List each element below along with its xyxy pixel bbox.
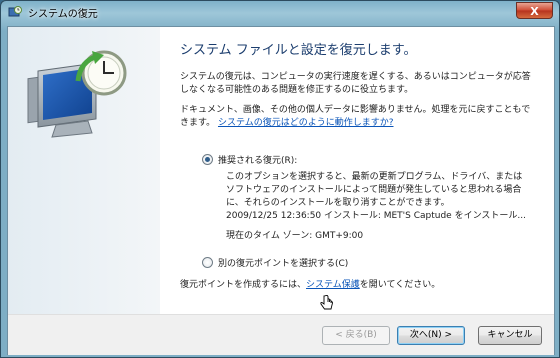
title-bar[interactable]: システムの復元 X xyxy=(1,1,559,23)
recommended-restore-radio[interactable] xyxy=(202,154,213,165)
recommended-restore-label[interactable]: 推奨される復元(R): xyxy=(218,153,297,166)
how-it-works-link[interactable]: システムの復元はどのように動作しますか? xyxy=(218,118,394,128)
page-title: システム ファイルと設定を復元します。 xyxy=(180,43,417,58)
system-restore-icon xyxy=(8,6,22,17)
info-paragraph: ドキュメント、画像、その他の個人データに影響ありません。処理を元に戻すこともでき… xyxy=(180,104,536,130)
create-point-suffix: を開いてください。 xyxy=(359,280,441,290)
wizard-footer: < 戻る(B) 次へ(N) > キャンセル xyxy=(8,314,554,355)
side-panel xyxy=(8,27,160,314)
back-button[interactable]: < 戻る(B) xyxy=(322,326,390,345)
choose-restore-point-label[interactable]: 別の復元ポイントを選択する(C) xyxy=(218,256,348,269)
system-restore-window: システムの復元 X システム ファイルと設定を復元します。 システムの復元は、コ… xyxy=(0,0,560,358)
wizard-body: システム ファイルと設定を復元します。 システムの復元は、コンピュータの実行速度… xyxy=(7,26,555,355)
restore-point-info: 2009/12/25 12:36:50 インストール: MET'S Captud… xyxy=(226,211,526,221)
hand-cursor-icon xyxy=(320,295,333,310)
cancel-button[interactable]: キャンセル xyxy=(478,326,542,345)
recommended-restore-description: このオプションを選択すると、最新の更新プログラム、ドライバ、またはソフトウェアの… xyxy=(226,172,523,208)
choose-restore-point-radio[interactable] xyxy=(202,257,213,268)
restore-monitor-clock-icon xyxy=(27,50,127,138)
next-button[interactable]: 次へ(N) > xyxy=(397,326,465,345)
window-title: システムの復元 xyxy=(28,9,98,20)
timezone-info: 現在のタイム ゾーン: GMT+9:00 xyxy=(226,231,364,241)
create-restore-point-text: 復元ポイントを作成するには、システム保護を開いてください。 xyxy=(180,279,536,292)
system-protection-link[interactable]: システム保護 xyxy=(306,280,360,290)
close-button[interactable]: X xyxy=(516,2,553,19)
description-paragraph: システムの復元は、コンピュータの実行速度を遅くする、あるいはコンピュータが応答し… xyxy=(180,72,531,95)
create-point-prefix: 復元ポイントを作成するには、 xyxy=(180,280,307,290)
